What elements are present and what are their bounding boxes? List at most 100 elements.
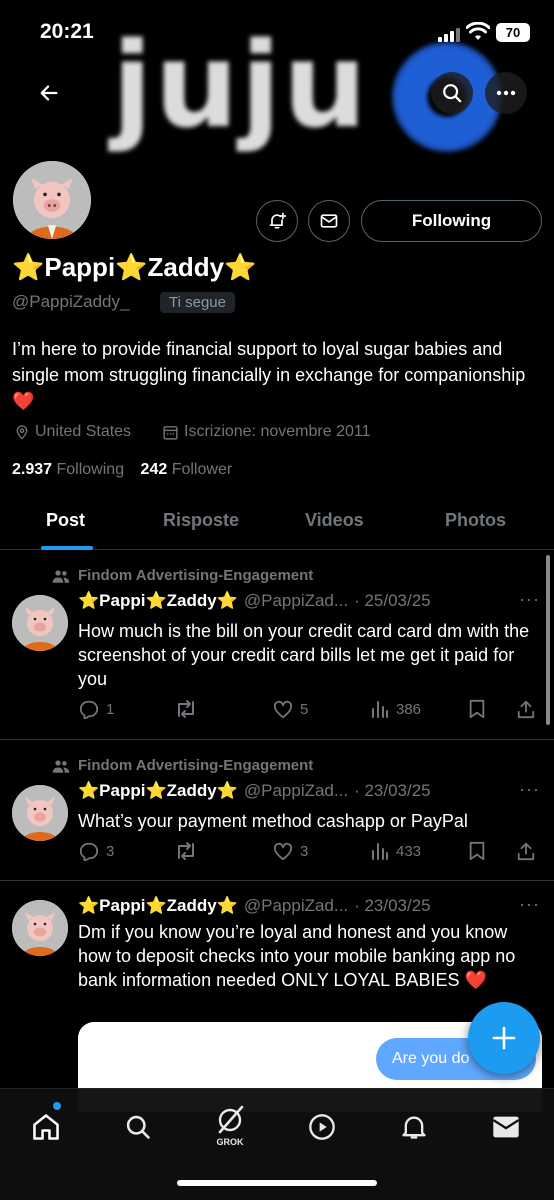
post-actions: 3 3 433: [78, 841, 540, 865]
views-icon: [372, 843, 388, 860]
views-button[interactable]: 433: [370, 841, 421, 861]
like-button[interactable]: 5: [272, 699, 308, 719]
views-button[interactable]: 386: [370, 699, 421, 719]
tab-replies[interactable]: Risposte: [163, 510, 239, 531]
community-name: Findom Advertising-Engagement: [78, 757, 314, 774]
mail-icon: [320, 214, 338, 228]
share-button[interactable]: [516, 699, 536, 719]
community-icon: [52, 569, 70, 583]
plus-icon: [492, 1026, 516, 1050]
post-more-icon[interactable]: ···: [519, 589, 540, 610]
bookmark-icon: [469, 699, 485, 719]
post-avatar[interactable]: [12, 785, 68, 841]
reply-button[interactable]: 3: [78, 841, 114, 861]
message-button[interactable]: [308, 200, 350, 242]
post-text: Dm if you know you’re loyal and honest a…: [78, 922, 516, 990]
share-icon: [517, 842, 535, 861]
follow-counts: 2.937 Following 242 Follower: [12, 461, 232, 479]
post-item[interactable]: Findom Advertising-Engagement ⭐Pappi⭐Zad…: [0, 551, 554, 740]
post-author-name[interactable]: ⭐Pappi⭐Zaddy⭐: [78, 896, 238, 916]
community-context[interactable]: Findom Advertising-Engagement: [52, 567, 313, 584]
following-label: Following: [56, 461, 125, 478]
post-item[interactable]: Findom Advertising-Engagement ⭐Pappi⭐Zad…: [0, 741, 554, 881]
search-button[interactable]: [431, 72, 473, 114]
bookmark-button[interactable]: [468, 699, 486, 719]
nav-search[interactable]: [116, 1105, 160, 1149]
back-arrow-icon: [40, 85, 58, 101]
notify-bell-icon: [269, 212, 287, 229]
repost-button[interactable]: [174, 699, 204, 719]
pig-avatar-image: [12, 900, 68, 956]
community-context[interactable]: Findom Advertising-Engagement: [52, 757, 313, 774]
nav-notifications[interactable]: [392, 1105, 436, 1149]
mail-icon: [492, 1116, 520, 1138]
community-name: Findom Advertising-Engagement: [78, 567, 314, 584]
views-icon: [372, 701, 388, 718]
post-author-handle[interactable]: @PappiZad...: [244, 591, 348, 611]
bookmark-icon: [469, 841, 485, 861]
compose-button[interactable]: [468, 1002, 540, 1074]
post-author-name[interactable]: ⭐Pappi⭐Zaddy⭐: [78, 781, 238, 801]
notify-button[interactable]: [256, 200, 298, 242]
followers-link[interactable]: 242 Follower: [141, 461, 233, 478]
post-actions: 1 5 386: [78, 699, 540, 723]
like-icon: [273, 842, 293, 861]
profile-bio: I’m here to provide financial support to…: [12, 339, 526, 411]
reply-icon: [79, 700, 99, 719]
calendar-icon: [163, 425, 178, 440]
post-more-icon[interactable]: ···: [519, 894, 540, 915]
profile-location: United States: [14, 423, 131, 441]
repost-icon: [178, 842, 194, 860]
post-more-icon[interactable]: ···: [519, 779, 540, 800]
location-text: United States: [35, 423, 132, 440]
more-button[interactable]: [485, 72, 527, 114]
share-button[interactable]: [516, 841, 536, 861]
grok-label: GROK: [216, 1136, 244, 1147]
post-author-handle[interactable]: @PappiZad...: [244, 896, 348, 916]
profile-joined: Iscrizione: novembre 2011: [162, 423, 370, 441]
post-avatar[interactable]: [12, 595, 68, 651]
search-icon: [443, 84, 462, 103]
nav-grok[interactable]: GROK: [208, 1099, 252, 1151]
repost-icon: [178, 700, 194, 718]
pig-avatar-image: [13, 161, 91, 239]
joined-text: Iscrizione: novembre 2011: [184, 423, 371, 440]
community-icon: [52, 759, 70, 773]
scrollbar[interactable]: [546, 555, 550, 725]
tab-videos[interactable]: Videos: [305, 510, 364, 531]
post-avatar[interactable]: [12, 900, 68, 956]
post-author-name[interactable]: ⭐Pappi⭐Zaddy⭐: [78, 591, 238, 611]
like-button[interactable]: 3: [272, 841, 308, 861]
post-date: · 23/03/25: [354, 896, 431, 915]
profile-name: ⭐Pappi⭐Zaddy⭐: [12, 252, 257, 282]
nav-home[interactable]: [24, 1105, 68, 1149]
post-text: How much is the bill on your credit card…: [78, 621, 530, 689]
pig-avatar-image: [12, 785, 68, 841]
views-count: 386: [396, 700, 422, 718]
back-button[interactable]: [28, 72, 70, 114]
post-date: · 25/03/25: [354, 591, 431, 610]
profile-avatar[interactable]: [10, 158, 94, 242]
views-count: 433: [396, 842, 422, 860]
nav-video[interactable]: [300, 1105, 344, 1149]
home-notification-dot: [52, 1101, 62, 1111]
following-button[interactable]: Following: [361, 200, 542, 242]
profile-tabs: Post Risposte Videos Photos: [0, 500, 554, 550]
post-text: What’s your payment method cashapp or Pa…: [78, 811, 468, 831]
status-bar: 20:21 70: [0, 0, 554, 60]
tab-post[interactable]: Post: [46, 510, 85, 531]
reply-count: 1: [106, 700, 115, 718]
cellular-signal-icon: [438, 26, 460, 42]
bookmark-button[interactable]: [468, 841, 486, 861]
nav-messages[interactable]: [484, 1105, 528, 1149]
repost-button[interactable]: [174, 841, 204, 861]
share-icon: [517, 700, 535, 719]
search-icon: [126, 1115, 150, 1139]
following-link[interactable]: 2.937 Following: [12, 461, 124, 478]
post-author-handle[interactable]: @PappiZad...: [244, 781, 348, 801]
reply-button[interactable]: 1: [78, 699, 114, 719]
battery-indicator: 70: [496, 23, 530, 42]
tab-photos[interactable]: Photos: [445, 510, 506, 531]
post-header: ⭐Pappi⭐Zaddy⭐ @PappiZad... · 25/03/25: [78, 591, 431, 611]
follower-label: Follower: [171, 461, 233, 478]
